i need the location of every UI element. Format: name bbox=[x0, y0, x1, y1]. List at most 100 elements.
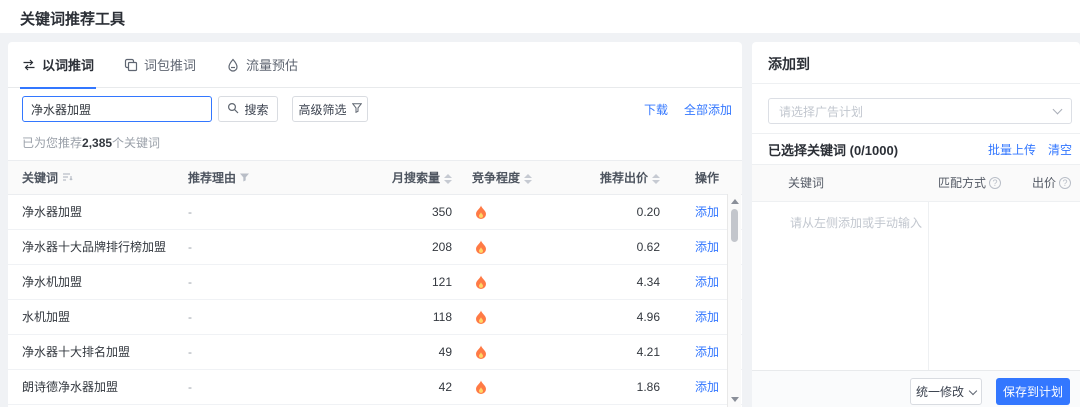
reason-cell: - bbox=[188, 240, 192, 254]
volume-cell: 49 bbox=[438, 345, 452, 359]
bid-cell: 0.62 bbox=[636, 240, 660, 254]
advanced-filter-button[interactable]: 高级筛选 bbox=[292, 96, 368, 122]
match-type-help-icon[interactable]: ? bbox=[989, 176, 1002, 189]
page-title: 关键词推荐工具 bbox=[20, 11, 126, 28]
table-row: 净水器十大品牌排行榜加盟 - 208 0.62 添加 bbox=[8, 230, 742, 265]
funnel-icon bbox=[351, 102, 362, 116]
column-match-type: 匹配方式? bbox=[938, 165, 1002, 202]
tabbar: 以词推词 词包推词 流量预估 bbox=[8, 42, 742, 89]
reason-cell: - bbox=[188, 310, 192, 324]
download-link[interactable]: 下载 bbox=[644, 101, 668, 118]
ad-plan-select-placeholder: 请选择广告计划 bbox=[779, 104, 864, 119]
search-button[interactable]: 搜索 bbox=[218, 96, 278, 122]
volume-cell: 42 bbox=[438, 380, 452, 394]
keyword-cell: 净水机加盟 bbox=[22, 275, 83, 289]
scroll-up-arrow-icon[interactable] bbox=[731, 199, 739, 204]
divider bbox=[752, 83, 1080, 84]
tab-label: 词包推词 bbox=[144, 58, 197, 73]
bulk-edit-button[interactable]: 统一修改 bbox=[910, 378, 982, 405]
scrollbar-thumb[interactable] bbox=[731, 209, 738, 242]
bulk-edit-label: 统一修改 bbox=[915, 385, 964, 399]
header-reason[interactable]: 推荐理由 bbox=[188, 161, 250, 195]
selected-keywords-count: 已选择关键词 (0/1000) bbox=[768, 142, 899, 158]
scroll-down-arrow-icon[interactable] bbox=[731, 397, 739, 402]
flame-icon bbox=[470, 265, 492, 300]
flame-icon bbox=[470, 370, 492, 405]
recommend-count-summary: 已为您推荐2,385个关键词 bbox=[22, 136, 161, 150]
tab-word-pack[interactable]: 词包推词 bbox=[122, 42, 198, 88]
column-bid: 出价? bbox=[1032, 165, 1072, 202]
flame-icon bbox=[470, 230, 492, 265]
table-row: 水机加盟 - 118 4.96 添加 bbox=[8, 300, 742, 335]
reason-cell: - bbox=[188, 380, 192, 394]
keyword-search-input[interactable] bbox=[22, 96, 212, 122]
bid-sort-icon[interactable] bbox=[652, 173, 660, 184]
flame-icon bbox=[470, 300, 492, 335]
volume-cell: 118 bbox=[432, 310, 452, 324]
flame-icon bbox=[470, 335, 492, 370]
chevron-down-icon bbox=[1052, 104, 1063, 114]
add-keyword-link[interactable]: 添加 bbox=[682, 195, 732, 230]
header-volume[interactable]: 月搜索量 bbox=[330, 161, 452, 195]
bid-help-icon[interactable]: ? bbox=[1059, 176, 1072, 189]
add-to-title: 添加到 bbox=[768, 56, 810, 72]
add-keyword-link[interactable]: 添加 bbox=[682, 370, 732, 405]
table-row: 朗诗德净水器加盟 - 42 1.86 添加 bbox=[8, 370, 742, 405]
volume-cell: 350 bbox=[431, 205, 452, 219]
search-button-label: 搜索 bbox=[244, 102, 269, 117]
tab-label: 流量预估 bbox=[246, 58, 299, 73]
reason-cell: - bbox=[188, 275, 192, 289]
header-competition[interactable]: 竞争程度 bbox=[472, 161, 533, 195]
selected-keywords-header: 已选择关键词 (0/1000) 批量上传 清空 bbox=[752, 133, 1080, 165]
bid-cell: 4.96 bbox=[636, 310, 660, 324]
keyword-recommend-tool-page: 关键词推荐工具 以词推词 词包推词 流量预估 净水器加盟 搜索 高级筛选 下载 … bbox=[0, 0, 1080, 407]
magnifier-icon bbox=[227, 102, 239, 117]
add-keyword-link[interactable]: 添加 bbox=[682, 230, 732, 265]
header-bid[interactable]: 推荐出价 bbox=[542, 161, 660, 195]
volume-cell: 121 bbox=[431, 275, 452, 289]
volume-sort-icon[interactable] bbox=[444, 173, 452, 184]
add-to-plan-panel: 添加到 请选择广告计划 已选择关键词 (0/1000) 批量上传 清空 关键词 … bbox=[752, 42, 1080, 407]
add-keyword-link[interactable]: 添加 bbox=[682, 335, 732, 370]
keyword-list-panel: 以词推词 词包推词 流量预估 净水器加盟 搜索 高级筛选 下载 全部添加 已为您… bbox=[8, 42, 742, 407]
word-pack-copy-icon bbox=[124, 58, 138, 72]
selected-keywords-body: 请从左侧添加或手动输入 bbox=[752, 202, 1080, 370]
volume-cell: 208 bbox=[431, 240, 452, 254]
tab-traffic-estimate[interactable]: 流量预估 bbox=[224, 42, 300, 88]
chevron-down-icon bbox=[968, 386, 978, 395]
column-divider bbox=[928, 202, 929, 370]
flame-icon bbox=[470, 195, 492, 230]
advanced-filter-label: 高级筛选 bbox=[298, 102, 347, 117]
bid-cell: 0.20 bbox=[636, 205, 660, 219]
toolbar-links: 下载 全部添加 bbox=[644, 96, 732, 122]
header-keyword[interactable]: 关键词 bbox=[22, 161, 73, 195]
add-keyword-link[interactable]: 添加 bbox=[682, 265, 732, 300]
tab-label: 以词推词 bbox=[42, 58, 95, 73]
add-keyword-link[interactable]: 添加 bbox=[682, 300, 732, 335]
bid-cell: 4.21 bbox=[636, 345, 660, 359]
batch-upload-link[interactable]: 批量上传 bbox=[988, 141, 1036, 158]
competition-sort-icon[interactable] bbox=[524, 173, 533, 184]
traffic-droplet-icon bbox=[226, 58, 240, 72]
keyword-cell: 净水器加盟 bbox=[22, 205, 83, 219]
table-scrollbar[interactable] bbox=[727, 194, 741, 407]
save-to-plan-button[interactable]: 保存到计划 bbox=[996, 378, 1070, 405]
bid-cell: 1.86 bbox=[636, 380, 660, 394]
tab-word-to-word[interactable]: 以词推词 bbox=[20, 42, 97, 89]
reason-cell: - bbox=[188, 345, 192, 359]
add-all-link[interactable]: 全部添加 bbox=[684, 101, 732, 118]
word-list-sort-icon bbox=[62, 161, 73, 195]
topbar: 关键词推荐工具 bbox=[0, 0, 1080, 33]
table-header: 关键词 推荐理由 月搜索量 竞争程度 推荐出价 操作 bbox=[8, 160, 742, 195]
column-keyword: 关键词 bbox=[788, 176, 825, 190]
table-row: 净水器加盟 - 350 0.20 添加 bbox=[8, 195, 742, 230]
clear-link[interactable]: 清空 bbox=[1048, 141, 1072, 158]
keyword-table-body: 净水器加盟 - 350 0.20 添加 净水器十大品牌排行榜加盟 - 208 0… bbox=[8, 195, 742, 405]
selected-table-header: 关键词 匹配方式? 出价? bbox=[752, 165, 1080, 202]
word-to-word-swap-icon bbox=[22, 58, 36, 72]
bid-cell: 4.34 bbox=[636, 275, 660, 289]
ad-plan-select[interactable]: 请选择广告计划 bbox=[768, 98, 1072, 124]
reason-cell: - bbox=[188, 205, 192, 219]
reason-filter-funnel-icon bbox=[240, 161, 250, 195]
empty-hint: 请从左侧添加或手动输入 bbox=[790, 216, 923, 230]
